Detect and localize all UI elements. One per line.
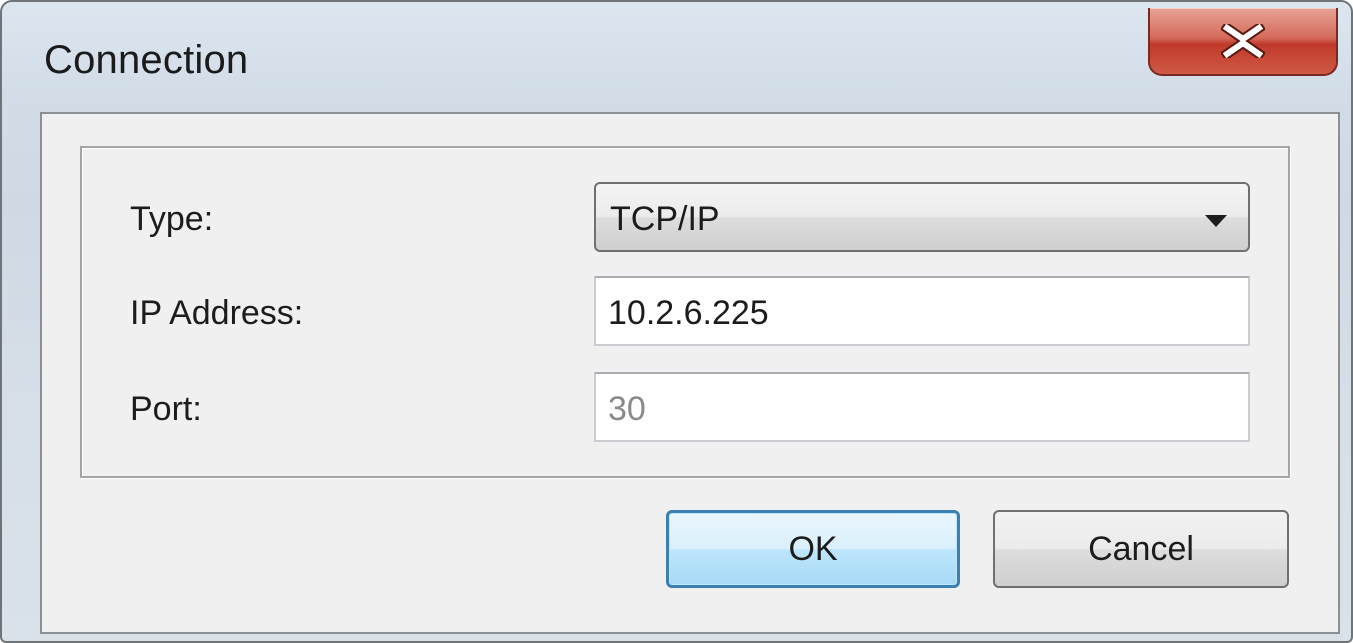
port-value: 30 [608, 390, 646, 428]
connection-dialog: Connection Type: TCP/IP IP Address: 10.2… [0, 0, 1353, 643]
ip-address-field[interactable]: 10.2.6.225 [594, 276, 1250, 346]
cancel-button[interactable]: Cancel [993, 510, 1289, 588]
close-icon [1221, 24, 1265, 58]
window-title: Connection [44, 38, 249, 82]
ip-address-value: 10.2.6.225 [608, 294, 769, 332]
dialog-client-area: Type: TCP/IP IP Address: 10.2.6.225 Port… [40, 112, 1340, 634]
type-label: Type: [130, 200, 214, 238]
dropdown-arrow-icon [1205, 215, 1227, 227]
close-button[interactable] [1148, 8, 1338, 76]
port-field[interactable]: 30 [594, 372, 1250, 442]
ip-address-label: IP Address: [130, 294, 304, 332]
connection-settings-group: Type: TCP/IP IP Address: 10.2.6.225 Port… [80, 146, 1290, 478]
type-dropdown-value: TCP/IP [610, 200, 720, 238]
type-dropdown[interactable]: TCP/IP [594, 182, 1250, 252]
ok-button[interactable]: OK [666, 510, 960, 588]
port-label: Port: [130, 390, 202, 428]
